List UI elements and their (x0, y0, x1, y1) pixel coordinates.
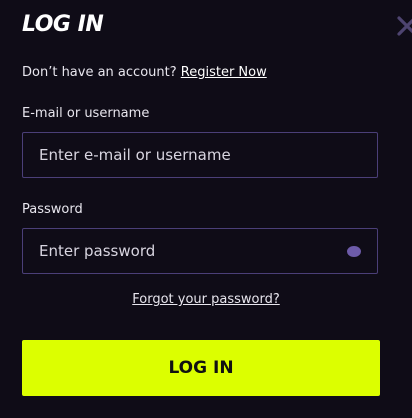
eye-icon[interactable] (347, 246, 361, 257)
dialog-title: LOG IN (22, 12, 104, 37)
register-now-link[interactable]: Register Now (181, 65, 267, 80)
forgot-password-link[interactable]: Forgot your password? (0, 292, 412, 307)
register-prompt-text: Don’t have an account? (22, 65, 177, 80)
email-label: E-mail or username (22, 106, 150, 121)
login-button[interactable]: LOG IN (22, 340, 380, 396)
close-icon[interactable] (396, 14, 412, 38)
password-label: Password (22, 202, 83, 217)
email-field-wrapper (22, 132, 378, 178)
password-field[interactable] (23, 229, 377, 273)
email-field[interactable] (23, 133, 377, 177)
password-field-wrapper (22, 228, 378, 274)
register-prompt: Don’t have an account? Register Now (22, 65, 267, 80)
